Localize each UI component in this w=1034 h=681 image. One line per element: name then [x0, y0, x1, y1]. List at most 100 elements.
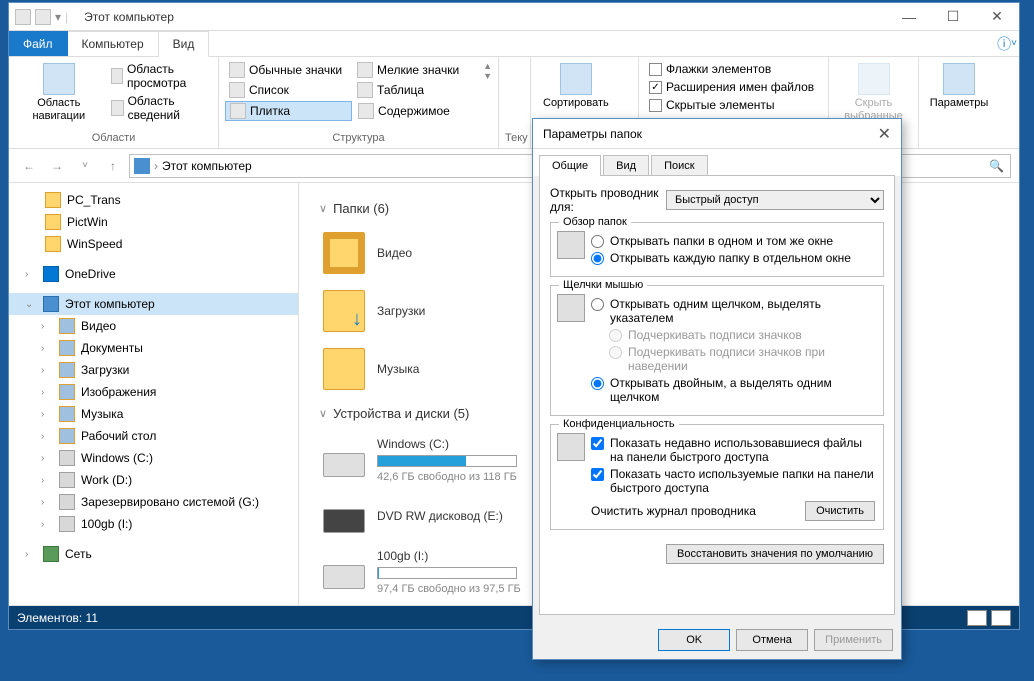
dialog-tabs: Общие Вид Поиск	[533, 149, 901, 176]
chevron-right-icon[interactable]: ›	[25, 269, 37, 280]
help-icon[interactable]: ⓘ˅	[995, 31, 1019, 56]
click-fieldset: Щелчки мышью Открывать одним щелчком, вы…	[550, 285, 884, 416]
tree-this-pc[interactable]: ⌄Этот компьютер	[9, 293, 298, 315]
qat-props-icon[interactable]	[35, 9, 51, 25]
tab-search[interactable]: Поиск	[651, 155, 707, 176]
tree-pictures[interactable]: ›Изображения	[9, 381, 298, 403]
chk-item-checkboxes[interactable]: Флажки элементов	[645, 61, 818, 77]
search-icon: 🔍	[989, 159, 1004, 173]
tree-documents[interactable]: ›Документы	[9, 337, 298, 359]
dialog-close-button[interactable]: ✕	[878, 124, 891, 144]
chevron-right-icon[interactable]: ›	[41, 497, 53, 508]
tree-pc-trans[interactable]: PC_Trans	[9, 189, 298, 211]
qat: ▾ |	[15, 9, 68, 25]
tree-drive-i[interactable]: ›100gb (I:)	[9, 513, 298, 535]
radio-double-click[interactable]: Открывать двойным, а выделять одним щелч…	[591, 376, 875, 404]
radio-new-window[interactable]: Открывать каждую папку в отдельном окне	[591, 251, 875, 265]
chevron-right-icon[interactable]: ›	[41, 409, 53, 420]
breadcrumb[interactable]: Этот компьютер	[162, 159, 252, 173]
chevron-right-icon[interactable]: ›	[41, 431, 53, 442]
cancel-button[interactable]: Отмена	[736, 629, 808, 651]
ok-button[interactable]: OK	[658, 629, 730, 651]
content-icon	[358, 103, 374, 119]
tab-general[interactable]: Общие	[539, 155, 601, 176]
tree-pictwin[interactable]: PictWin	[9, 211, 298, 233]
close-button[interactable]: ✕	[975, 3, 1019, 31]
tab-computer[interactable]: Компьютер	[68, 31, 159, 56]
chevron-right-icon[interactable]: ›	[41, 475, 53, 486]
chevron-down-icon[interactable]: ⌄	[25, 299, 37, 310]
video-icon	[59, 318, 75, 334]
tab-file[interactable]: Файл	[9, 31, 68, 56]
qat-pc-icon[interactable]	[15, 9, 31, 25]
tree-network[interactable]: ›Сеть	[9, 543, 298, 565]
chk-recent-files[interactable]: Показать недавно использовавшиеся файлы …	[591, 436, 875, 464]
radio-single-click[interactable]: Открывать одним щелчком, выделять указат…	[591, 297, 875, 325]
size-icon[interactable]	[619, 101, 633, 115]
layout-small-icons[interactable]: Мелкие значки	[353, 61, 479, 79]
tab-view-dlg[interactable]: Вид	[603, 155, 649, 176]
tree-video[interactable]: ›Видео	[9, 315, 298, 337]
radio-same-window[interactable]: Открывать папки в одном и том же окне	[591, 234, 875, 248]
back-button[interactable]: ←	[17, 154, 41, 178]
sort-button[interactable]: Сортировать	[537, 61, 615, 112]
tree-onedrive[interactable]: ›OneDrive	[9, 263, 298, 285]
clear-button[interactable]: Очистить	[805, 501, 875, 521]
layout-list[interactable]: Список	[225, 81, 351, 99]
options-button[interactable]: Параметры	[925, 61, 993, 112]
tree-drive-c[interactable]: ›Windows (C:)	[9, 447, 298, 469]
open-explorer-select[interactable]: Быстрый доступ	[666, 190, 884, 210]
layout-tile[interactable]: Плитка	[225, 101, 352, 121]
chevron-right-icon[interactable]: ›	[41, 365, 53, 376]
forward-button[interactable]: →	[45, 154, 69, 178]
tree-drive-g[interactable]: ›Зарезервировано системой (G:)	[9, 491, 298, 513]
documents-icon	[59, 340, 75, 356]
checkbox-icon: ✓	[649, 81, 662, 94]
ribbon-group-panes: Области	[15, 132, 212, 144]
tree-downloads[interactable]: ›Загрузки	[9, 359, 298, 381]
pc-icon	[134, 158, 150, 174]
tree-winspeed[interactable]: WinSpeed	[9, 233, 298, 255]
chevron-right-icon[interactable]: ›	[41, 453, 53, 464]
tree-drive-d[interactable]: ›Work (D:)	[9, 469, 298, 491]
nav-pane-button[interactable]: Область навигации	[15, 61, 103, 125]
apply-button[interactable]: Применить	[814, 629, 893, 651]
tree-music[interactable]: ›Музыка	[9, 403, 298, 425]
chk-extensions[interactable]: ✓Расширения имен файлов	[645, 79, 818, 95]
columns-icon[interactable]	[619, 83, 633, 97]
options-icon	[943, 63, 975, 95]
view-tiles-icon[interactable]	[991, 610, 1011, 626]
nav-tree: PC_Trans PictWin WinSpeed ›OneDrive ⌄Это…	[9, 183, 299, 605]
clear-history-label: Очистить журнал проводника	[591, 504, 756, 518]
maximize-button[interactable]: ☐	[931, 3, 975, 31]
drive-icon	[59, 494, 75, 510]
browse-fieldset: Обзор папок Открывать папки в одном и то…	[550, 222, 884, 277]
restore-defaults-button[interactable]: Восстановить значения по умолчанию	[666, 544, 884, 564]
chk-frequent-folders[interactable]: Показать часто используемые папки на пан…	[591, 467, 875, 495]
tab-view[interactable]: Вид	[159, 31, 210, 57]
chevron-right-icon[interactable]: ›	[41, 343, 53, 354]
recent-dropdown[interactable]: ˅	[73, 154, 97, 178]
tree-desktop[interactable]: ›Рабочий стол	[9, 425, 298, 447]
chevron-right-icon[interactable]: ›	[41, 519, 53, 530]
view-details-icon[interactable]	[967, 610, 987, 626]
group-icon[interactable]	[619, 65, 633, 79]
up-button[interactable]: ↑	[101, 154, 125, 178]
dvd-icon	[323, 509, 365, 533]
details-pane-btn[interactable]: Область сведений	[107, 93, 212, 123]
chevron-right-icon[interactable]: ›	[41, 321, 53, 332]
regular-icons-icon	[229, 62, 245, 78]
details-pane-icon	[111, 100, 124, 116]
chk-hidden[interactable]: Скрытые элементы	[645, 97, 818, 113]
layout-content[interactable]: Содержимое	[354, 101, 479, 121]
preview-pane-btn[interactable]: Область просмотра	[107, 61, 212, 91]
qat-dropdown[interactable]: ▾	[55, 10, 61, 24]
chevron-right-icon[interactable]: ›	[25, 549, 37, 560]
radio-underline-hover: Подчеркивать подписи значков при наведен…	[609, 345, 875, 373]
ribbon-group-layout: Структура	[225, 132, 492, 144]
chevron-right-icon[interactable]: ›	[41, 387, 53, 398]
checkbox-icon	[649, 99, 662, 112]
minimize-button[interactable]: —	[887, 3, 931, 31]
layout-regular-icons[interactable]: Обычные значки	[225, 61, 351, 79]
layout-table[interactable]: Таблица	[353, 81, 479, 99]
